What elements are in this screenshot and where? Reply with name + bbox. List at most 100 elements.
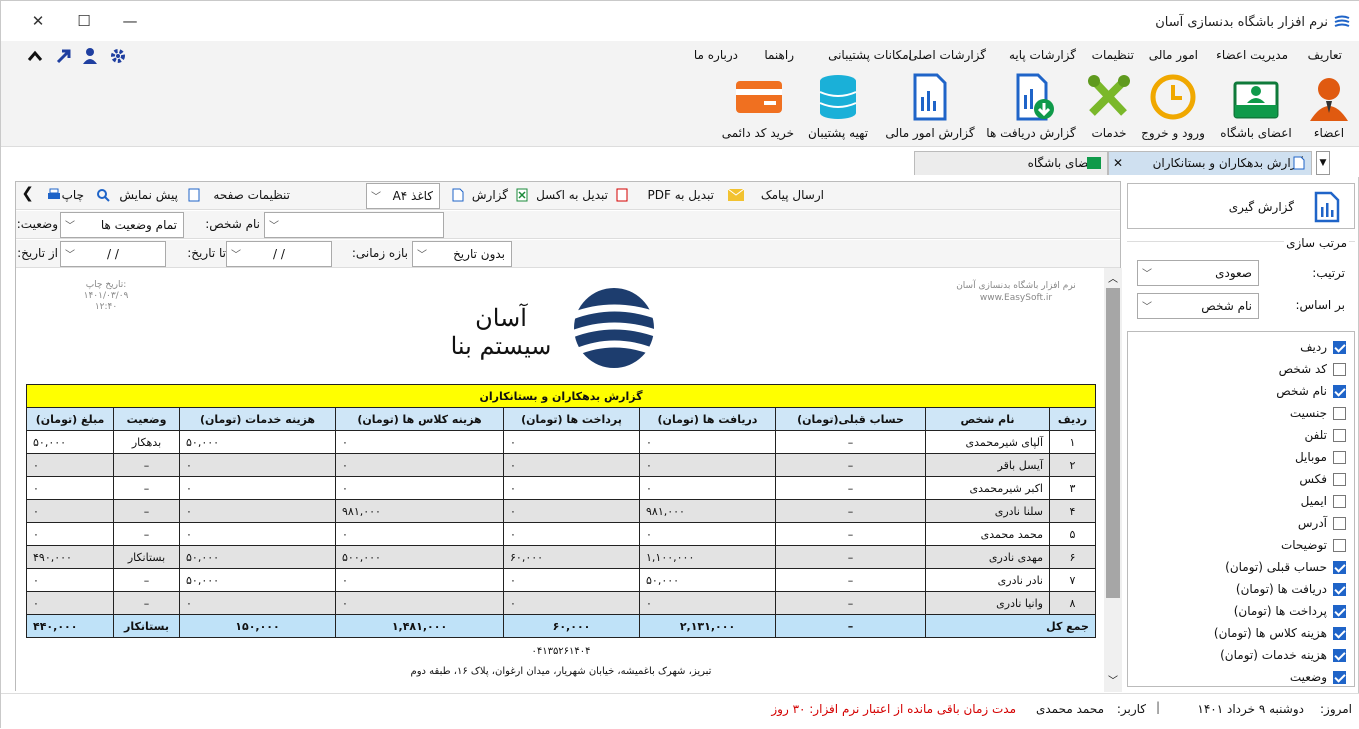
title-bar: نرم افزار باشگاه بدنسازی آسان — ☐ ✕ — [1, 1, 1359, 41]
checkbox[interactable] — [1333, 428, 1346, 442]
column-checkbox-row[interactable]: هزینه خدمات (تومان) — [1220, 644, 1346, 666]
maximize-button[interactable]: ☐ — [69, 9, 99, 33]
checkbox[interactable] — [1333, 340, 1346, 354]
checkbox[interactable] — [1333, 516, 1346, 530]
checkbox-label: ردیف — [1300, 340, 1327, 354]
sort-by-select[interactable]: نام شخص ﹀ — [1137, 293, 1259, 319]
user-icon[interactable] — [81, 47, 99, 65]
checkbox-label: توضیحات — [1280, 538, 1327, 552]
preview-icon[interactable] — [96, 188, 110, 202]
column-checkbox-row[interactable]: تلفن — [1304, 424, 1346, 446]
column-checkbox-row[interactable]: موبایل — [1295, 446, 1346, 468]
report-scrollbar[interactable]: ︿ ﹀ — [1104, 268, 1122, 692]
menu-about[interactable]: درباره ما — [694, 48, 738, 62]
printer-icon[interactable] — [46, 188, 62, 202]
column-checkbox-row[interactable]: دریافت ها (تومان) — [1236, 578, 1346, 600]
to-date-input[interactable]: / / ﹀ — [226, 241, 332, 267]
name-filter-select[interactable]: ﹀ — [264, 212, 444, 238]
checkbox[interactable] — [1333, 670, 1346, 684]
status-filter-select[interactable]: تمام وضعیت ها ﹀ — [60, 212, 184, 238]
menu-base-reports[interactable]: گزارشات پایه — [1009, 48, 1076, 62]
checkbox[interactable] — [1333, 450, 1346, 464]
period-select[interactable]: بدون تاریخ ﹀ — [412, 241, 512, 267]
sms-button[interactable]: ارسال پیامک — [761, 188, 824, 202]
from-date-label: از تاریخ: — [17, 246, 58, 260]
column-checkbox-row[interactable]: نام شخص — [1276, 380, 1346, 402]
ribbon-receipts-report-button[interactable]: گزارش دریافت ها — [984, 73, 1078, 145]
report-icon[interactable] — [452, 188, 464, 202]
checkbox[interactable] — [1333, 494, 1346, 508]
checkbox[interactable] — [1333, 362, 1346, 376]
collapse-ribbon-icon[interactable] — [27, 49, 43, 63]
column-checkbox-row[interactable]: وضعیت — [1290, 666, 1346, 688]
column-checkbox-row[interactable]: ایمیل — [1301, 490, 1346, 512]
checkbox[interactable] — [1333, 538, 1346, 552]
checkbox[interactable] — [1333, 472, 1346, 486]
column-checkbox-row[interactable]: توضیحات — [1281, 534, 1346, 556]
gear-icon[interactable] — [109, 47, 127, 65]
menu-features[interactable]: امکانات — [874, 48, 912, 62]
menu-support[interactable]: پشتیبانی — [828, 48, 870, 62]
generate-report-button[interactable]: گزارش گیری — [1127, 183, 1355, 229]
scroll-thumb[interactable] — [1106, 288, 1120, 598]
column-checkbox-row[interactable]: هزینه کلاس ها (تومان) — [1214, 622, 1346, 644]
ribbon-finance-report-button[interactable]: گزارش امور مالی — [884, 73, 976, 145]
envelope-icon[interactable] — [728, 189, 744, 201]
checkbox-label: آدرس — [1297, 516, 1327, 530]
order-select[interactable]: صعودی ﹀ — [1137, 260, 1259, 286]
table-cell: – — [775, 568, 926, 592]
page-settings-icon[interactable] — [188, 188, 200, 202]
preview-button[interactable]: پیش نمایش — [119, 188, 178, 202]
print-button[interactable]: چاپ — [62, 188, 84, 202]
menu-settings[interactable]: تنظیمات — [1092, 48, 1134, 62]
status-bar: امروز: دوشنبه ۹ خرداد ۱۴۰۱ | کاربر: محمد… — [1, 693, 1359, 729]
excel-icon[interactable] — [516, 188, 528, 202]
ribbon-entry-exit-button[interactable]: ورود و خروج — [1138, 73, 1208, 145]
paper-size-select[interactable]: کاغذ A۴ ﹀ — [366, 183, 440, 209]
column-checkbox-row[interactable]: آدرس — [1298, 512, 1346, 534]
checkbox[interactable] — [1333, 560, 1346, 574]
tab-club-members[interactable]: اعضای باشگاه — [914, 151, 1108, 175]
expand-arrow-icon[interactable] — [55, 47, 73, 65]
checkbox[interactable] — [1333, 604, 1346, 618]
report-button[interactable]: گزارش — [472, 188, 508, 202]
close-button[interactable]: ✕ — [23, 9, 53, 33]
from-date-input[interactable]: / / ﹀ — [60, 241, 166, 267]
checkbox[interactable] — [1333, 406, 1346, 420]
table-cell: اکبر شیرمحمدی — [925, 476, 1050, 500]
collapse-panel-icon[interactable]: ❯ — [21, 184, 34, 202]
ribbon-members-button[interactable]: اعضاء — [1304, 73, 1354, 145]
tab-close-icon[interactable]: ✕ — [1113, 152, 1123, 174]
column-checkbox-row[interactable]: پرداخت ها (تومان) — [1234, 600, 1346, 622]
scroll-up-icon[interactable]: ︿ — [1108, 270, 1118, 285]
column-checkbox-row[interactable]: فکس — [1299, 468, 1346, 490]
column-checkbox-row[interactable]: کد شخص — [1279, 358, 1346, 380]
pdf-export-button[interactable]: تبدیل به PDF — [648, 188, 714, 202]
excel-export-button[interactable]: تبدیل به اکسل — [536, 188, 608, 202]
checkbox[interactable] — [1333, 648, 1346, 662]
scroll-down-icon[interactable]: ﹀ — [1108, 672, 1118, 687]
menu-finance[interactable]: امور مالی — [1149, 48, 1198, 62]
tab-debtors-report[interactable]: گزارش بدهکاران و بستانکاران ✕ — [1108, 151, 1312, 175]
page-settings-button[interactable]: تنظیمات صفحه — [213, 188, 290, 202]
table-cell: ۱ — [1049, 430, 1096, 454]
column-checkbox-row[interactable]: حساب قبلی (تومان) — [1225, 556, 1346, 578]
minimize-button[interactable]: — — [115, 9, 145, 33]
column-checkbox-row[interactable]: ردیف — [1300, 336, 1346, 358]
table-cell: ۰ — [335, 476, 504, 500]
menu-main-reports[interactable]: گزارشات اصلی — [908, 48, 986, 62]
menu-help[interactable]: راهنما — [764, 48, 794, 62]
ribbon-backup-button[interactable]: تهیه پشتیبان — [800, 73, 876, 145]
checkbox[interactable] — [1333, 384, 1346, 398]
column-checkbox-row[interactable]: جنسیت — [1290, 402, 1346, 424]
checkbox[interactable] — [1333, 626, 1346, 640]
pdf-icon[interactable] — [616, 188, 628, 202]
ribbon-buy-license-button[interactable]: خرید کد دائمی — [722, 73, 794, 145]
ribbon-services-button[interactable]: خدمات — [1084, 73, 1134, 145]
ribbon-club-members-button[interactable]: اعضای باشگاه — [1214, 73, 1298, 145]
menu-members[interactable]: مدیریت اعضاء — [1216, 48, 1288, 62]
table-cell: – — [113, 499, 180, 523]
tab-menu-dropdown[interactable]: ▼ — [1316, 151, 1330, 175]
checkbox[interactable] — [1333, 582, 1346, 596]
menu-definitions[interactable]: تعاریف — [1308, 48, 1342, 62]
